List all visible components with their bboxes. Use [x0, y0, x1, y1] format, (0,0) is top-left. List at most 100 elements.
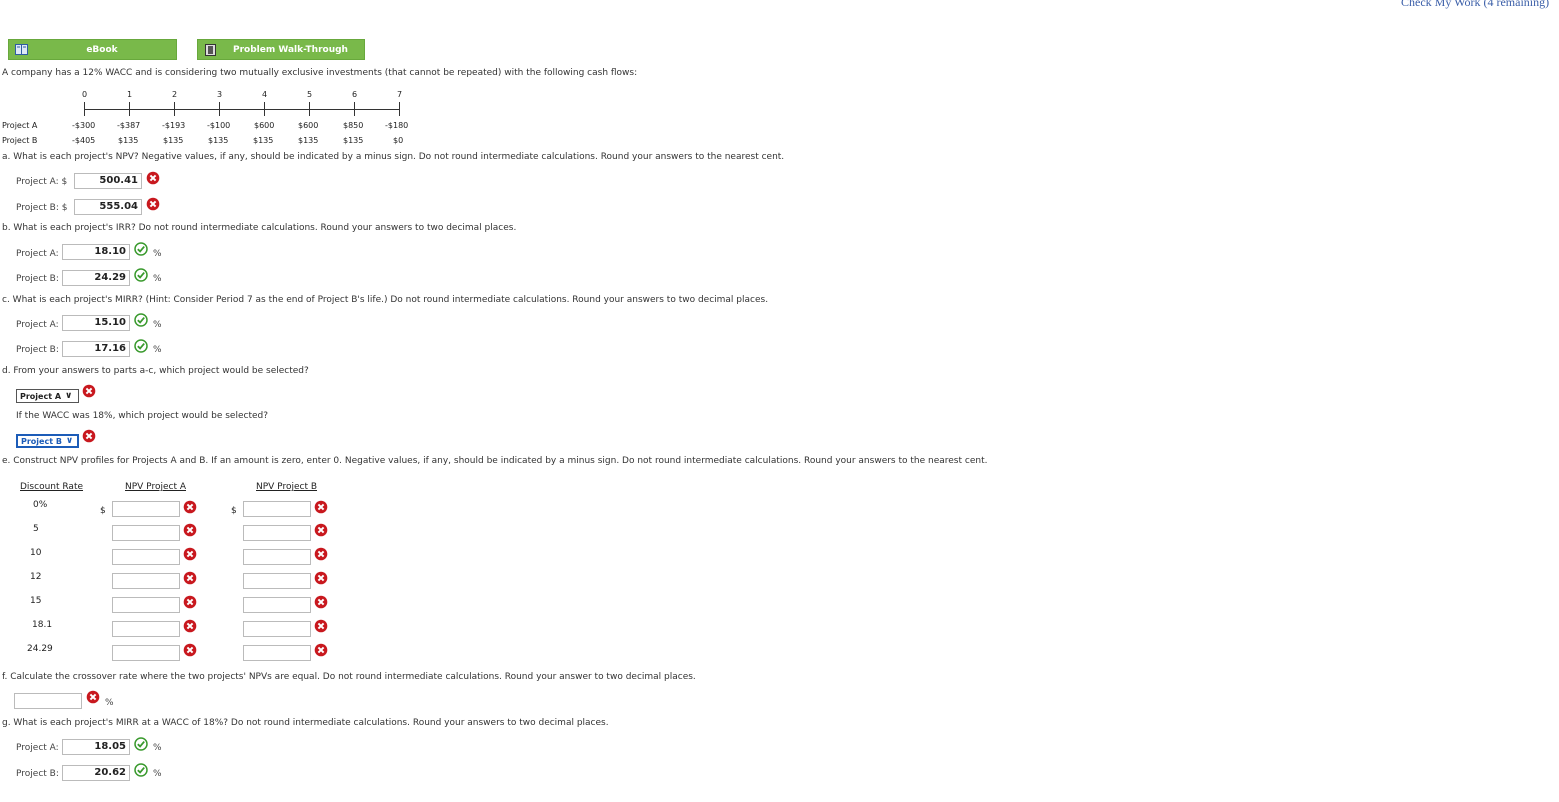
timeline-tick [84, 102, 85, 116]
ebook-tab-label: eBook [86, 44, 118, 55]
correct-icon [134, 763, 148, 777]
mirr-b-input[interactable]: 17.16 [62, 341, 130, 357]
npv-a-profile-input[interactable] [112, 597, 180, 613]
cash-flow-a: $850 [343, 121, 364, 130]
npv-a-profile-input[interactable] [112, 525, 180, 541]
dollar-sign: $ [231, 506, 237, 516]
npv-b-profile-input[interactable] [243, 645, 311, 661]
cash-flow-b: $135 [343, 136, 364, 145]
percent-unit: % [153, 769, 162, 779]
percent-unit: % [153, 345, 162, 355]
timeline-tick [219, 102, 220, 116]
period-label: 0 [82, 90, 88, 99]
timeline-tick [354, 102, 355, 116]
chevron-down-icon: ∨ [65, 391, 73, 401]
mirr18-b-input[interactable]: 20.62 [62, 765, 130, 781]
npv-a-profile-input[interactable] [112, 621, 180, 637]
cash-flow-a: -$387 [117, 121, 141, 130]
incorrect-icon [86, 690, 100, 704]
part-e-question: e. Construct NPV profiles for Projects A… [2, 456, 988, 466]
incorrect-icon [314, 571, 328, 585]
cash-flow-a: -$193 [162, 121, 186, 130]
part-b-question: b. What is each project's IRR? Do not ro… [2, 223, 517, 233]
incorrect-icon [183, 523, 197, 537]
timeline-tick [129, 102, 130, 116]
percent-unit: % [153, 274, 162, 284]
period-label: 4 [262, 90, 268, 99]
npv-a-header: NPV Project A [125, 482, 186, 492]
irr-b-label: Project B: [16, 274, 59, 284]
cash-flow-b: $135 [298, 136, 319, 145]
dollar-sign: $ [100, 506, 106, 516]
part-a-question: a. What is each project's NPV? Negative … [2, 152, 785, 162]
npv-a-profile-input[interactable] [112, 573, 180, 589]
discount-rate: 12 [30, 572, 42, 582]
npv-b-profile-input[interactable] [243, 525, 311, 541]
mirr-a-label: Project A: [16, 320, 59, 330]
walkthrough-tab[interactable]: Problem Walk-Through [197, 39, 365, 60]
discount-rate: 0% [33, 500, 48, 510]
mirr18-a-input[interactable]: 18.05 [62, 739, 130, 755]
ebook-tab[interactable]: eBook [8, 39, 177, 60]
npv-a-profile-input[interactable] [112, 645, 180, 661]
part-g-question: g. What is each project's MIRR at a WACC… [2, 718, 609, 728]
incorrect-icon [183, 643, 197, 657]
cash-flow-b: $135 [118, 136, 139, 145]
irr-a-input[interactable]: 18.10 [62, 244, 130, 260]
film-icon [203, 43, 217, 56]
select-value: Project A [20, 391, 62, 401]
npv-b-profile-input[interactable] [243, 573, 311, 589]
discount-rate: 24.29 [27, 644, 53, 654]
incorrect-icon [314, 547, 328, 561]
npv-b-profile-input[interactable] [243, 621, 311, 637]
incorrect-icon [183, 619, 197, 633]
discount-rate: 15 [30, 596, 42, 606]
project-select-dropdown[interactable]: Project A ∨ [16, 389, 79, 403]
npv-a-input[interactable]: 500.41 [74, 173, 142, 189]
cash-flow-a: $600 [254, 121, 275, 130]
crossover-rate-input[interactable] [14, 693, 82, 709]
project-a-row-label: Project A [2, 121, 38, 130]
npv-a-profile-input[interactable] [112, 549, 180, 565]
incorrect-icon [314, 595, 328, 609]
cash-flow-a: -$100 [207, 121, 231, 130]
npv-b-input[interactable]: 555.04 [74, 199, 142, 215]
incorrect-icon [183, 595, 197, 609]
incorrect-icon [183, 571, 197, 585]
cash-flow-a: -$180 [385, 121, 409, 130]
correct-icon [134, 339, 148, 353]
incorrect-icon [183, 500, 197, 514]
incorrect-icon [183, 547, 197, 561]
period-label: 3 [217, 90, 223, 99]
percent-unit: % [153, 249, 162, 259]
project-b-row-label: Project B [2, 136, 38, 145]
mirr-a-input[interactable]: 15.10 [62, 315, 130, 331]
npv-b-profile-input[interactable] [243, 501, 311, 517]
project-select-dropdown-18[interactable]: Project B ∨ [16, 434, 79, 448]
discount-rate-header: Discount Rate [20, 482, 84, 492]
npv-b-label: Project B: $ [16, 203, 68, 213]
npv-b-profile-input[interactable] [243, 597, 311, 613]
period-label: 1 [127, 90, 133, 99]
percent-unit: % [153, 320, 162, 330]
check-my-work-link[interactable]: Check My Work (4 remaining) [1401, 0, 1549, 10]
timeline-tick [309, 102, 310, 116]
npv-b-profile-input[interactable] [243, 549, 311, 565]
cash-flow-a: -$300 [72, 121, 96, 130]
mirr18-a-label: Project A: [16, 743, 59, 753]
part-d-question: d. From your answers to parts a-c, which… [2, 366, 309, 376]
period-label: 6 [352, 90, 358, 99]
walkthrough-tab-label: Problem Walk-Through [233, 44, 348, 55]
mirr18-b-label: Project B: [16, 769, 59, 779]
npv-a-profile-input[interactable] [112, 501, 180, 517]
timeline-tick [399, 102, 400, 116]
timeline-axis [84, 109, 400, 110]
correct-icon [134, 313, 148, 327]
incorrect-icon [82, 429, 96, 443]
period-label: 7 [397, 90, 403, 99]
irr-b-input[interactable]: 24.29 [62, 270, 130, 286]
incorrect-icon [82, 384, 96, 398]
mirr-b-label: Project B: [16, 345, 59, 355]
cash-flow-b: $135 [163, 136, 184, 145]
discount-rate: 10 [30, 548, 42, 558]
